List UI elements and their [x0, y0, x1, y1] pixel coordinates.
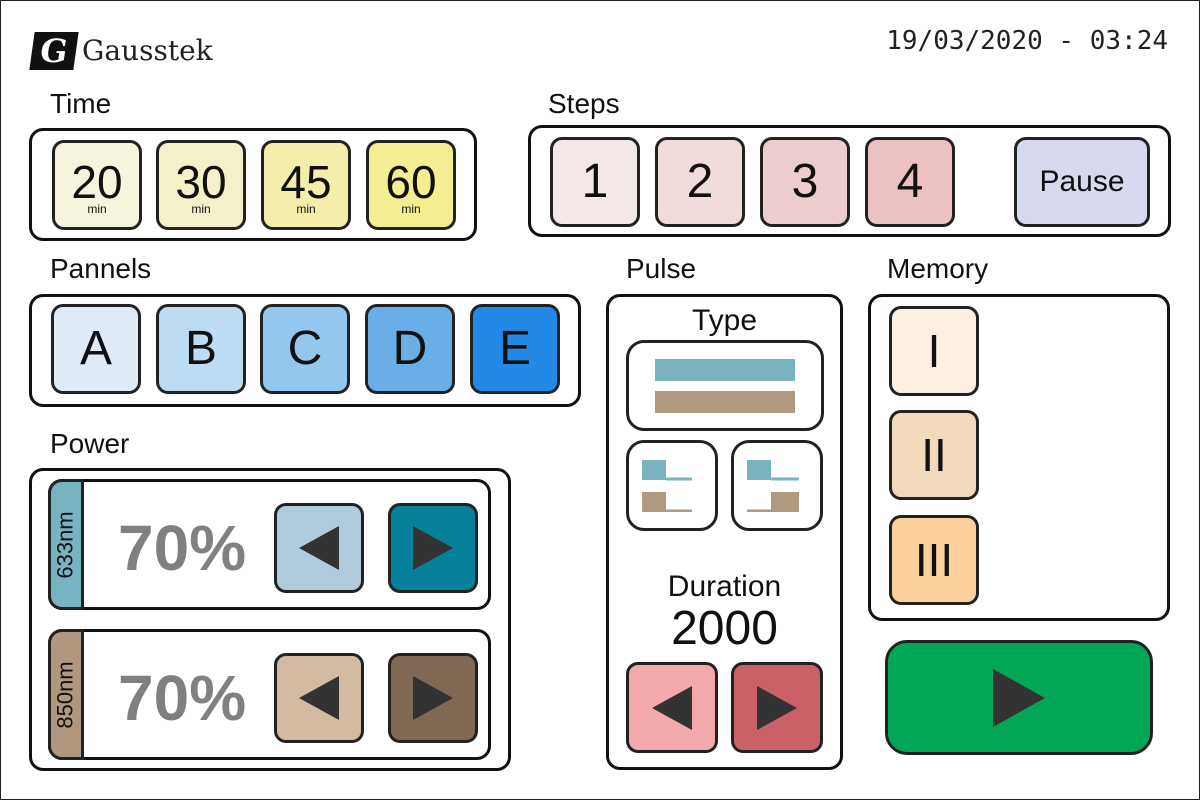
time-value: 45	[280, 156, 332, 208]
memory-iii-button[interactable]: III	[889, 515, 979, 605]
wavelength-label: 633nm	[53, 510, 78, 579]
time-20-button[interactable]: 20 min	[52, 140, 142, 230]
power-percent: 70%	[118, 512, 247, 584]
steps-label: Steps	[548, 88, 620, 119]
memory-label: II	[921, 429, 947, 481]
left-arrow-icon	[299, 676, 339, 720]
time-label: Time	[50, 88, 112, 119]
time-30-button[interactable]: 30 min	[156, 140, 246, 230]
pannel-label: C	[287, 322, 323, 375]
left-arrow-icon	[652, 685, 692, 730]
left-arrow-icon	[299, 526, 339, 570]
power-decrease-button[interactable]	[274, 653, 364, 743]
pulse-offset-icon	[747, 459, 799, 512]
right-arrow-icon	[413, 526, 453, 570]
pannel-b-button[interactable]: B	[156, 304, 246, 394]
pulse-label: Pulse	[626, 253, 697, 284]
pannels-label: Pannels	[50, 253, 152, 284]
memory-i-button[interactable]: I	[889, 306, 979, 396]
power-increase-button[interactable]	[388, 653, 478, 743]
logo-mark: G	[29, 32, 79, 70]
right-arrow-icon	[757, 685, 797, 730]
pannel-label: A	[79, 322, 112, 375]
time-unit: min	[296, 202, 316, 216]
power-percent: 70%	[118, 662, 247, 734]
continuous-wave-teal-bar	[655, 358, 795, 381]
step-1-button[interactable]: 1	[550, 137, 640, 227]
time-60-button[interactable]: 60 min	[366, 140, 456, 230]
play-icon	[993, 668, 1045, 727]
duration-increase-button[interactable]	[731, 662, 823, 753]
step-label: 1	[581, 155, 609, 208]
pannel-d-button[interactable]: D	[365, 304, 455, 394]
date-time: 19/03/2020 - 03:24	[886, 26, 1168, 56]
continuous-wave-brown-bar	[655, 390, 795, 413]
pannel-a-button[interactable]: A	[51, 304, 141, 394]
step-label: 2	[686, 155, 714, 208]
step-label: 4	[896, 155, 924, 208]
pulse-type-alternate-button[interactable]	[626, 440, 718, 531]
pannel-e-button[interactable]: E	[470, 304, 560, 394]
pulse-type-continuous-button[interactable]	[626, 340, 824, 431]
wavelength-label: 850nm	[53, 660, 78, 729]
pannel-c-button[interactable]: C	[260, 304, 350, 394]
time-value: 60	[385, 156, 437, 208]
time-value: 20	[71, 156, 123, 208]
pulse-type-offset-button[interactable]	[731, 440, 823, 531]
right-arrow-icon	[413, 676, 453, 720]
pulse-alternate-icon	[642, 459, 692, 512]
time-value: 30	[175, 156, 227, 208]
power-label: Power	[50, 428, 130, 459]
memory-label: I	[927, 325, 941, 377]
duration-decrease-button[interactable]	[626, 662, 718, 753]
step-4-button[interactable]: 4	[865, 137, 955, 227]
pulse-type-label: Type	[691, 304, 758, 337]
time-45-button[interactable]: 45 min	[261, 140, 351, 230]
pannel-label: B	[184, 322, 217, 375]
step-3-button[interactable]: 3	[760, 137, 850, 227]
wavelength-tab: 633nm	[48, 479, 84, 610]
pause-label: Pause	[1039, 165, 1125, 198]
duration-value: 2000	[671, 602, 778, 655]
power-decrease-button[interactable]	[274, 503, 364, 593]
time-unit: min	[401, 202, 421, 216]
pannel-label: E	[498, 322, 531, 375]
step-2-button[interactable]: 2	[655, 137, 745, 227]
start-button[interactable]	[885, 640, 1153, 755]
step-label: 3	[791, 155, 819, 208]
wavelength-tab: 850nm	[48, 629, 84, 760]
power-increase-button[interactable]	[388, 503, 478, 593]
duration-label: Duration	[667, 570, 782, 603]
memory-ii-button[interactable]: II	[889, 410, 979, 500]
pannel-label: D	[392, 322, 428, 375]
memory-label: III	[914, 534, 954, 586]
brand-name: Gausstek	[82, 34, 213, 67]
time-unit: min	[191, 202, 211, 216]
pause-button[interactable]: Pause	[1014, 137, 1150, 227]
memory-label: Memory	[887, 253, 989, 284]
time-unit: min	[87, 202, 107, 216]
